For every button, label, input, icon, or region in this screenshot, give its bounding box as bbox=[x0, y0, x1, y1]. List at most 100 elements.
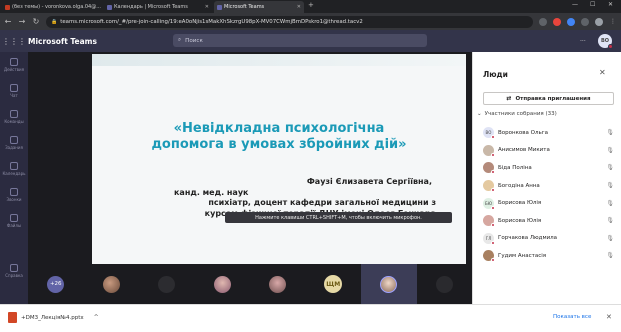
assignments-icon bbox=[10, 136, 18, 144]
opera-extension-icon[interactable] bbox=[553, 17, 561, 26]
participant-tile[interactable] bbox=[250, 264, 306, 304]
participant-tile[interactable]: ЩМ bbox=[306, 264, 362, 304]
files-icon bbox=[10, 214, 18, 222]
section-label: Участники собрания (33) bbox=[484, 111, 557, 117]
more-options-button[interactable]: ... bbox=[580, 36, 586, 43]
teams-icon bbox=[217, 4, 222, 10]
menu-dots-icon[interactable]: ⋮ bbox=[609, 18, 617, 25]
rail-label: Команды bbox=[4, 119, 24, 124]
avatar bbox=[102, 275, 120, 293]
rail-label: Календарь bbox=[2, 171, 26, 176]
mic-shortcut-tooltip: Нажмите клавиши CTRL+SHIFT+M, чтобы вклю… bbox=[225, 212, 452, 223]
search-input[interactable]: ⌕ Поиск bbox=[173, 34, 427, 47]
participant-row[interactable]: Гудим Анастасія 🎙 bbox=[483, 247, 614, 265]
close-icon[interactable]: ✕ bbox=[599, 68, 606, 77]
avatar bbox=[158, 275, 176, 293]
rail-item-calendar[interactable]: Календарь bbox=[0, 162, 28, 176]
window-close-icon[interactable]: ✕ bbox=[608, 1, 613, 8]
phone-icon bbox=[10, 188, 18, 196]
rail-item-calls[interactable]: Звонки bbox=[0, 188, 28, 202]
participant-row[interactable]: Борисова Юлія 🎙 bbox=[483, 212, 614, 230]
participant-name: Богодіна Анна bbox=[498, 182, 540, 189]
participant-row[interactable]: Анисимов Микита 🎙 bbox=[483, 142, 614, 160]
slide-title-line: допомога в умовах збройних дій» bbox=[151, 137, 407, 152]
participant-tile-active[interactable] bbox=[361, 264, 417, 304]
address-text: teams.microsoft.com/_#/pre-join-calling/… bbox=[60, 18, 363, 25]
avatar: БЮ bbox=[483, 197, 495, 210]
address-bar[interactable]: 🔒 teams.microsoft.com/_#/pre-join-callin… bbox=[46, 15, 533, 28]
participant-tile[interactable] bbox=[195, 264, 251, 304]
avatar[interactable]: ВО bbox=[598, 34, 613, 49]
star-icon[interactable] bbox=[539, 17, 547, 26]
participant-row[interactable]: Богодіна Анна 🎙 bbox=[483, 177, 614, 195]
profile-icon[interactable] bbox=[595, 17, 603, 26]
mic-off-icon: 🎙 bbox=[606, 199, 614, 207]
participant-tile[interactable] bbox=[84, 264, 140, 304]
participant-row[interactable]: Біда Поліна 🎙 bbox=[483, 159, 614, 177]
search-placeholder: Поиск bbox=[185, 37, 203, 44]
app-launcher-icon[interactable]: ⋮⋮⋮ bbox=[0, 37, 28, 46]
rail-item-assignments[interactable]: Задания bbox=[0, 136, 28, 150]
participant-name: Воронкова Ольга bbox=[498, 129, 548, 136]
author-line: психіатр, доцент кафедри загальної медиц… bbox=[208, 198, 436, 207]
mic-off-icon: 🎙 bbox=[606, 234, 614, 242]
download-item[interactable]: +DM3_Лекція№4.pptx ^ bbox=[8, 312, 99, 323]
participant-row[interactable]: ВО Воронкова Ольга 🎙 bbox=[483, 124, 614, 142]
help-icon bbox=[10, 264, 18, 272]
invite-label: Отправка приглашения bbox=[515, 95, 591, 102]
send-invite-button[interactable]: ⇄ Отправка приглашения bbox=[483, 92, 614, 105]
browser-tab-teams[interactable]: Microsoft Teams ✕ bbox=[214, 1, 304, 13]
participant-tile[interactable]: +26 bbox=[28, 264, 84, 304]
browser-tab-strip: (без темы) - voronkova.olga.04@... ✕ Кал… bbox=[0, 0, 621, 13]
avatar: ГЛ bbox=[483, 232, 495, 245]
browser-toolbar: ← → ↻ 🔒 teams.microsoft.com/_#/pre-join-… bbox=[0, 13, 621, 30]
tab-label: Microsoft Teams bbox=[224, 4, 265, 10]
avatar bbox=[483, 250, 495, 263]
participant-name: Біда Поліна bbox=[498, 164, 532, 171]
rail-item-activity[interactable]: Действия bbox=[0, 58, 28, 72]
status-badge bbox=[491, 170, 495, 175]
avatar-initials: ГЛ bbox=[485, 235, 492, 241]
avatar bbox=[213, 275, 231, 293]
avatar: ВО bbox=[483, 127, 495, 140]
participant-strip: +26 ЩМ bbox=[28, 264, 472, 304]
browser-tab-calendar[interactable]: Календарь | Microsoft Teams ✕ bbox=[104, 1, 212, 13]
more-participants-badge[interactable]: +26 bbox=[47, 275, 65, 293]
rail-label: Задания bbox=[5, 145, 23, 150]
maximize-icon[interactable]: ☐ bbox=[590, 1, 595, 8]
browser-tab-mail[interactable]: (без темы) - voronkova.olga.04@... ✕ bbox=[2, 1, 102, 13]
minimize-icon[interactable]: — bbox=[572, 1, 578, 8]
rail-item-files[interactable]: Файлы bbox=[0, 214, 28, 228]
new-tab-button[interactable]: + bbox=[308, 1, 314, 9]
slide-title-line: «Невідкладна психологічна bbox=[173, 121, 385, 136]
participant-row[interactable]: БЮ Борисова Юлія 🎙 bbox=[483, 194, 614, 212]
rail-item-chat[interactable]: Чат bbox=[0, 84, 28, 98]
close-icon[interactable]: ✕ bbox=[205, 4, 209, 10]
forward-icon[interactable]: → bbox=[18, 17, 26, 26]
participant-tile[interactable] bbox=[139, 264, 195, 304]
teams-icon bbox=[107, 4, 112, 10]
app-rail: Действия Чат Команды Задания Календарь З… bbox=[0, 52, 28, 304]
mic-off-icon: 🎙 bbox=[606, 182, 614, 190]
extension-icon[interactable] bbox=[567, 17, 575, 26]
download-bar: +DM3_Лекція№4.pptx ^ Показать все ✕ bbox=[0, 304, 621, 332]
avatar-initials: БЮ bbox=[484, 200, 493, 206]
participant-row[interactable]: ГЛ Горчакова Людмила 🎙 bbox=[483, 230, 614, 248]
chevron-up-icon[interactable]: ^ bbox=[94, 314, 99, 321]
participants-section-header[interactable]: ⌄ Участники собрания (33) bbox=[477, 111, 557, 117]
rail-label: Действия bbox=[3, 67, 25, 72]
avatar bbox=[269, 275, 287, 293]
status-badge bbox=[491, 188, 495, 193]
puzzle-icon[interactable] bbox=[581, 17, 589, 26]
close-icon[interactable]: ✕ bbox=[297, 4, 301, 10]
show-all-button[interactable]: Показать все bbox=[553, 314, 591, 320]
back-icon[interactable]: ← bbox=[4, 17, 12, 26]
status-badge bbox=[491, 205, 495, 210]
rail-label: Справка bbox=[5, 273, 23, 278]
reload-icon[interactable]: ↻ bbox=[32, 17, 40, 26]
rail-item-teams[interactable]: Команды bbox=[0, 110, 28, 124]
participant-tile[interactable] bbox=[417, 264, 473, 304]
close-download-bar-button[interactable]: ✕ bbox=[606, 313, 612, 321]
rail-item-help[interactable]: Справка bbox=[0, 264, 28, 278]
bell-icon bbox=[10, 58, 18, 66]
